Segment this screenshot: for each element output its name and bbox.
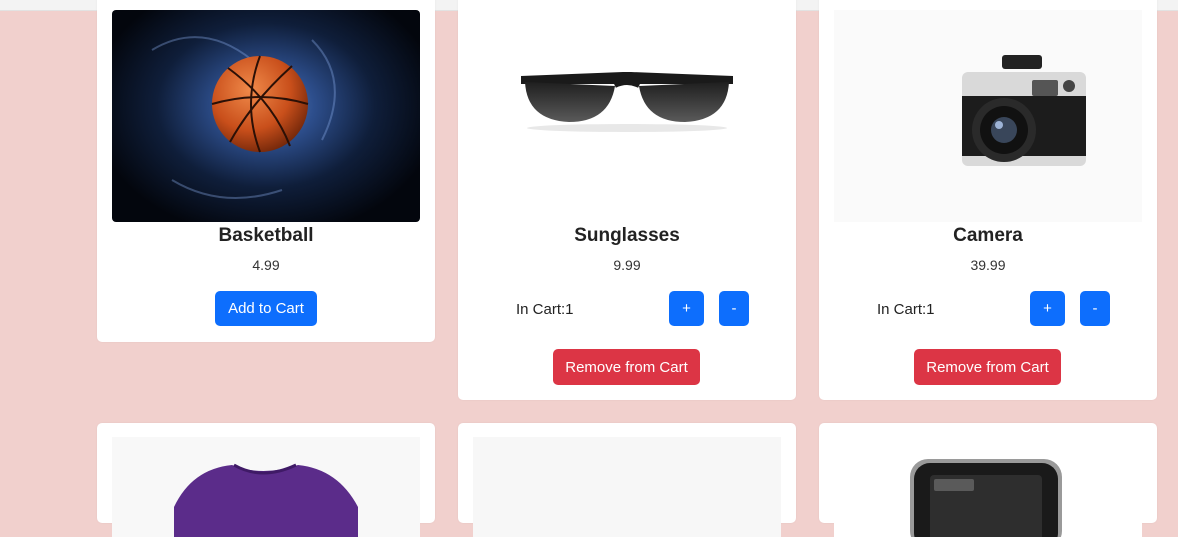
product-card-sunglasses: Sunglasses 9.99 In Cart:1 + - Remove fro… <box>458 0 796 400</box>
product-price: 4.99 <box>252 257 280 273</box>
decrease-quantity-button[interactable]: - <box>1080 291 1110 326</box>
in-cart-count: In Cart:1 <box>877 301 935 318</box>
product-card-basketball: Basketball 4.99 Add to Cart <box>97 0 435 342</box>
remove-from-cart-button[interactable]: Remove from Cart <box>914 349 1061 385</box>
product-card-tshirt <box>97 423 435 537</box>
product-price: 9.99 <box>613 257 641 273</box>
camera-image <box>834 10 1142 222</box>
basketball-image <box>112 10 420 222</box>
increase-quantity-button[interactable]: + <box>1030 291 1065 326</box>
product-card-blank <box>458 423 796 537</box>
product-name: Camera <box>953 225 1023 246</box>
add-to-cart-button[interactable]: Add to Cart <box>215 291 317 326</box>
product-name: Basketball <box>218 225 314 246</box>
decrease-quantity-button[interactable]: - <box>719 291 749 326</box>
product-card-phone <box>819 423 1157 537</box>
product-price: 39.99 <box>970 257 1006 273</box>
sunglasses-image <box>473 10 781 222</box>
increase-quantity-button[interactable]: + <box>669 291 704 326</box>
in-cart-count: In Cart:1 <box>516 301 574 318</box>
remove-from-cart-button[interactable]: Remove from Cart <box>553 349 700 385</box>
blank-image <box>473 437 781 537</box>
phone-image <box>834 437 1142 537</box>
tshirt-image <box>112 437 420 537</box>
product-name: Sunglasses <box>574 225 680 246</box>
product-card-camera: Camera 39.99 In Cart:1 + - Remove from C… <box>819 0 1157 400</box>
